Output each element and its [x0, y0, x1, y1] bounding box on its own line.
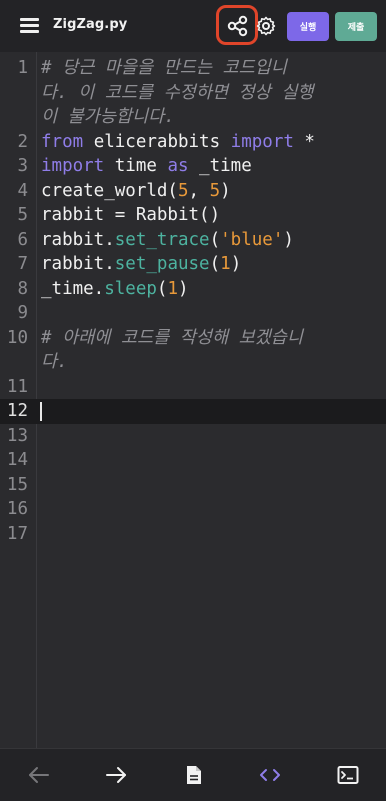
code-line[interactable]: 13: [0, 424, 386, 449]
terminal-button[interactable]: [335, 763, 361, 787]
menu-icon[interactable]: [20, 17, 40, 33]
line-number: 11: [6, 376, 28, 397]
code-line[interactable]: 15: [0, 473, 386, 498]
share-button[interactable]: [216, 5, 258, 45]
line-number: 3: [17, 156, 28, 176]
line-number: 8: [17, 278, 28, 299]
code-line-wrap[interactable]: 다.: [0, 350, 386, 375]
line-number: 6: [17, 229, 28, 250]
code-comment: 이 불가능합니다.: [41, 107, 175, 127]
code-line[interactable]: 6 rabbit.set_trace('blue'): [0, 228, 386, 253]
arrow-right-icon: [106, 767, 126, 783]
code-editor[interactable]: 1 # 당근 마을을 만드는 코드입니 다. 이 코드를 수정하면 정상 실행 …: [0, 52, 386, 748]
terminal-icon: [337, 766, 359, 784]
code-comment: # 아래에 코드를 작성해 보겠습니: [41, 327, 303, 348]
code-comment: 다.: [41, 352, 68, 372]
line-number: 17: [6, 523, 28, 544]
line-number: 1: [17, 58, 28, 78]
forward-button[interactable]: [103, 763, 129, 787]
line-number: 14: [6, 450, 28, 470]
code-line[interactable]: 7 rabbit.set_pause(1): [0, 252, 386, 277]
code-line[interactable]: 3 import time as _time: [0, 154, 386, 179]
arrow-left-icon: [29, 767, 49, 783]
code-line-wrap[interactable]: 다. 이 코드를 수정하면 정상 실행: [0, 81, 386, 106]
code-line[interactable]: 14: [0, 448, 386, 473]
line-number: 7: [17, 254, 28, 274]
code-text: rabbit.set_pause(1): [41, 254, 242, 274]
code-line[interactable]: 10 # 아래에 코드를 작성해 보겠습니: [0, 326, 386, 351]
code-line[interactable]: 9: [0, 301, 386, 326]
code-text: import time as _time: [41, 156, 252, 176]
code-icon: [260, 769, 280, 781]
code-comment: 다. 이 코드를 수정하면 정상 실행: [41, 82, 314, 103]
line-number: 12: [6, 401, 28, 421]
code-line-wrap[interactable]: 이 불가능합니다.: [0, 105, 386, 130]
settings-button[interactable]: [256, 16, 276, 40]
line-number: 16: [6, 499, 28, 519]
code-text: rabbit = Rabbit(): [41, 205, 221, 225]
share-icon: [227, 15, 248, 37]
code-comment: # 당근 마을을 만드는 코드입니: [41, 58, 287, 78]
line-number: 4: [17, 180, 28, 201]
code-line[interactable]: 8 _time.sleep(1): [0, 277, 386, 302]
line-number: 9: [17, 303, 28, 323]
code-text: rabbit.set_trace('blue'): [41, 229, 294, 250]
line-number: 5: [17, 205, 28, 225]
line-number: 2: [17, 131, 28, 152]
code-text: _time.sleep(1): [41, 278, 189, 299]
line-number: 15: [6, 474, 28, 495]
code-text: create_world(5, 5): [41, 180, 231, 201]
line-number: 10: [6, 327, 28, 348]
code-line[interactable]: 2 from elicerabbits import *: [0, 130, 386, 155]
text-cursor: [40, 402, 42, 421]
code-line[interactable]: 5 rabbit = Rabbit(): [0, 203, 386, 228]
code-line-active[interactable]: 12: [0, 399, 386, 424]
code-line[interactable]: 16: [0, 497, 386, 522]
code-line[interactable]: 1 # 당근 마을을 만드는 코드입니: [0, 56, 386, 81]
back-button[interactable]: [26, 763, 52, 787]
gear-icon: [256, 16, 276, 36]
code-text: from elicerabbits import *: [41, 131, 315, 152]
document-icon: [187, 766, 201, 784]
code-line[interactable]: 11: [0, 375, 386, 400]
run-button[interactable]: 실행: [287, 12, 329, 41]
line-number: 13: [6, 425, 28, 446]
code-view-button[interactable]: [257, 763, 283, 787]
code-line[interactable]: 17: [0, 522, 386, 547]
bottom-nav: [0, 748, 386, 801]
top-bar: ZigZag.py 실행 제출: [0, 0, 386, 52]
document-button[interactable]: [181, 763, 207, 787]
code-line[interactable]: 4 create_world(5, 5): [0, 179, 386, 204]
file-title: ZigZag.py: [53, 17, 128, 32]
submit-button[interactable]: 제출: [335, 12, 377, 41]
